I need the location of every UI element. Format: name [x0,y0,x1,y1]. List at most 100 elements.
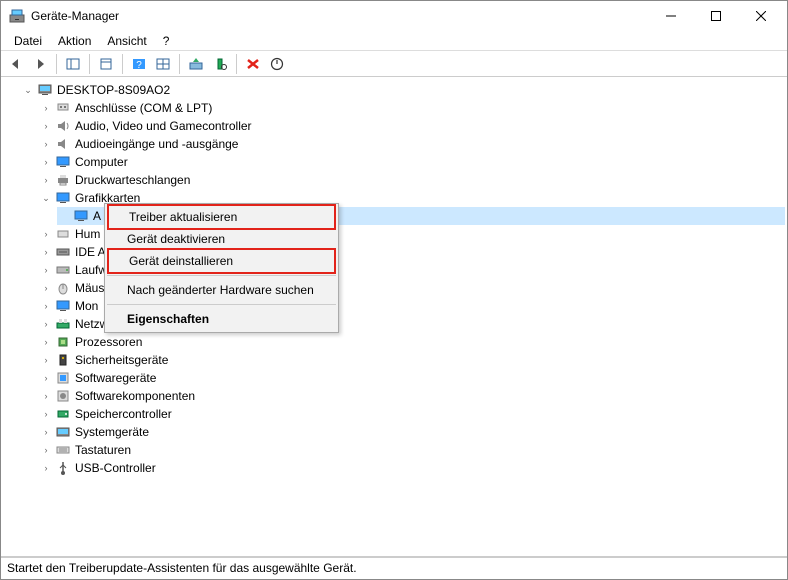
expand-icon[interactable]: › [39,245,53,259]
computer-icon [37,82,53,98]
tree-item-usb[interactable]: › USB-Controller [39,459,785,477]
expand-icon[interactable]: › [39,389,53,403]
tree-item-label: Tastaturen [75,441,131,459]
ctx-label: Gerät deinstallieren [129,254,233,268]
svg-text:?: ? [136,60,142,71]
expand-icon[interactable]: › [39,371,53,385]
device-manager-window: Geräte-Manager Datei Aktion Ansicht ? ? [0,0,788,580]
scan-hardware-button[interactable] [209,53,231,75]
expand-icon[interactable]: › [39,119,53,133]
tree-item-label: A [93,207,101,225]
tree-item-print-queues[interactable]: ›Druckwarteschlangen [39,171,785,189]
ctx-label: Eigenschaften [127,312,209,326]
ctx-scan-hardware[interactable]: Nach geänderter Hardware suchen [107,279,336,301]
expand-icon[interactable]: › [39,155,53,169]
drive-icon [55,262,71,278]
tree-item-storage[interactable]: ›Speichercontroller [39,405,785,423]
maximize-button[interactable] [693,2,738,30]
tree-item-computer[interactable]: › Computer [39,153,785,171]
window-controls [648,2,783,30]
expand-icon[interactable]: › [39,173,53,187]
expand-icon[interactable]: › [39,443,53,457]
uninstall-button[interactable] [242,53,264,75]
properties-button[interactable] [95,53,117,75]
ctx-update-driver[interactable]: Treiber aktualisieren [107,204,336,230]
tree-item-software-devices[interactable]: › Softwaregeräte [39,369,785,387]
expand-icon[interactable]: › [39,263,53,277]
tree-item-software-components[interactable]: ›Softwarekomponenten [39,387,785,405]
action-button[interactable] [152,53,174,75]
network-icon [55,316,71,332]
tree-item-label: Computer [75,153,128,171]
expand-icon[interactable]: › [39,317,53,331]
menu-file[interactable]: Datei [7,32,49,50]
menu-action[interactable]: Aktion [51,32,98,50]
tree-item-label: Prozessoren [75,333,142,351]
ide-icon [55,244,71,260]
tree-root[interactable]: ⌄ DESKTOP-8S09AO2 [21,81,785,99]
forward-button[interactable] [29,53,51,75]
tree-item-label: USB-Controller [75,459,156,477]
software-icon [55,370,71,386]
expand-icon[interactable]: › [39,281,53,295]
update-driver-button[interactable] [185,53,207,75]
expand-icon[interactable]: › [39,227,53,241]
tree-item-label: Audioeingänge und -ausgänge [75,135,238,153]
tree-item-keyboards[interactable]: › Tastaturen [39,441,785,459]
expand-icon[interactable]: › [39,407,53,421]
toolbar-separator [89,54,90,74]
back-button[interactable] [5,53,27,75]
expand-icon[interactable]: › [39,335,53,349]
minimize-button[interactable] [648,2,693,30]
tree-item-label: Laufw [75,261,107,279]
menu-help[interactable]: ? [156,32,177,50]
tree-item-security[interactable]: › Sicherheitsgeräte [39,351,785,369]
titlebar: Geräte-Manager [1,1,787,31]
tree-item-label: Systemgeräte [75,423,149,441]
ctx-label: Nach geänderter Hardware suchen [127,283,314,297]
menu-view[interactable]: Ansicht [100,32,153,50]
tree-item-label: Hum [75,225,100,243]
tree-item-system[interactable]: › Systemgeräte [39,423,785,441]
tree-item-ports[interactable]: › Anschlüsse (COM & LPT) [39,99,785,117]
tree-item-label: Mon [75,297,98,315]
speaker-icon [55,118,71,134]
expand-icon[interactable]: › [39,425,53,439]
tree-item-label: Audio, Video und Gamecontroller [75,117,252,135]
tree-item-label: Anschlüsse (COM & LPT) [75,99,212,117]
expand-icon[interactable]: › [39,137,53,151]
display-adapter-icon [55,190,71,206]
expand-icon[interactable]: › [39,101,53,115]
window-title: Geräte-Manager [31,9,648,23]
storage-icon [55,406,71,422]
expand-icon[interactable]: › [39,353,53,367]
tree-item-processors[interactable]: › Prozessoren [39,333,785,351]
expand-icon[interactable]: › [39,299,53,313]
close-button[interactable] [738,2,783,30]
device-tree-panel: ⌄ DESKTOP-8S09AO2 › Anschlüsse (COM & LPT… [1,77,787,557]
port-icon [55,100,71,116]
status-text: Startet den Treiberupdate-Assistenten fü… [7,561,357,575]
collapse-icon[interactable]: ⌄ [21,83,35,97]
ctx-separator [107,275,336,276]
ctx-uninstall-device[interactable]: Gerät deinstallieren [107,248,336,274]
tree-root-label: DESKTOP-8S09AO2 [57,81,170,99]
toolbar: ? [1,51,787,77]
usb-icon [55,460,71,476]
tree-item-label: Softwaregeräte [75,369,156,387]
ctx-disable-device[interactable]: Gerät deaktivieren [107,228,336,250]
tree-item-audio-video[interactable]: › Audio, Video und Gamecontroller [39,117,785,135]
ctx-properties[interactable]: Eigenschaften [107,308,336,330]
collapse-icon[interactable]: ⌄ [39,191,53,205]
tree-item-label: Sicherheitsgeräte [75,351,168,369]
toolbar-separator [179,54,180,74]
keyboard-icon [55,442,71,458]
security-icon [55,352,71,368]
expand-icon[interactable]: › [39,461,53,475]
system-icon [55,424,71,440]
tree-item-audio-io[interactable]: › Audioeingänge und -ausgänge [39,135,785,153]
help-button[interactable]: ? [128,53,150,75]
disable-button[interactable] [266,53,288,75]
printer-icon [55,172,71,188]
show-hide-tree-button[interactable] [62,53,84,75]
